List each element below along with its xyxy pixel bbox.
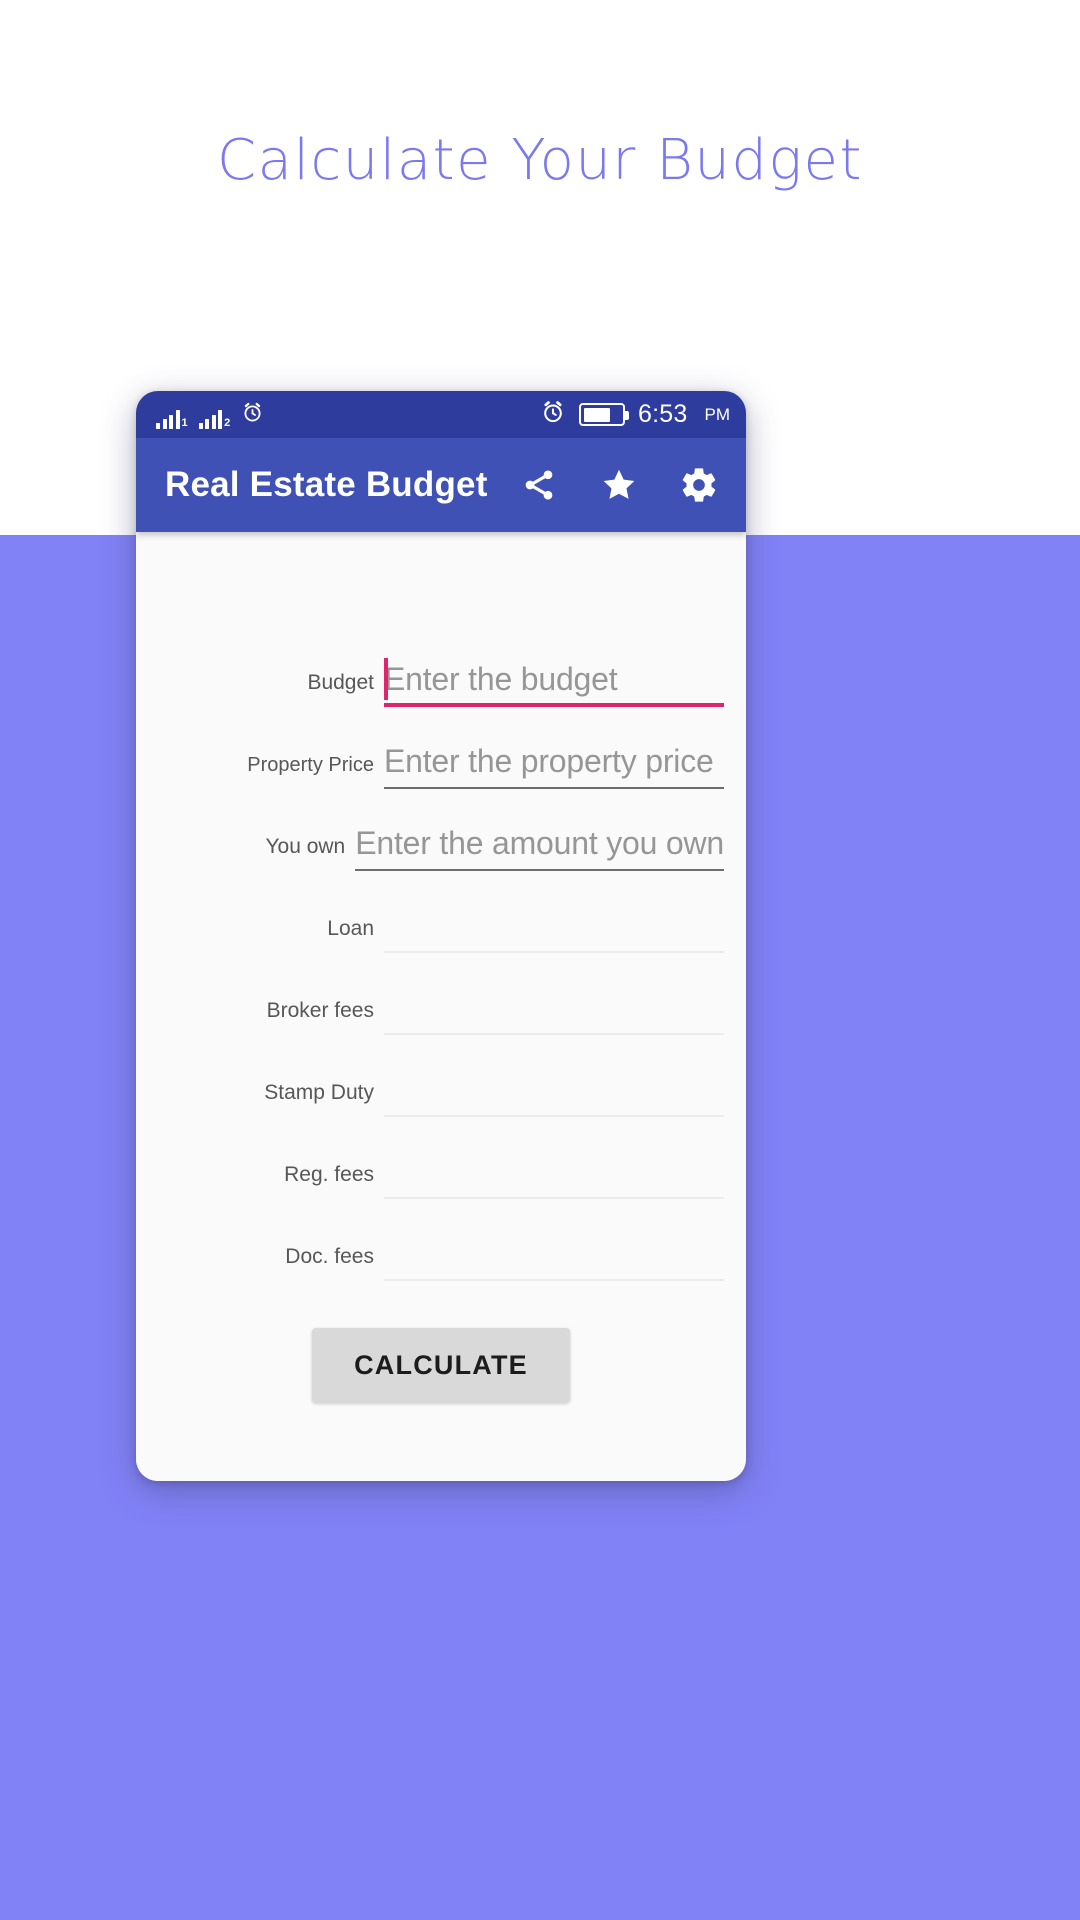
field-label-stamp-duty: Stamp Duty: [264, 1081, 374, 1104]
form-row-reg-fees: Reg. fees: [158, 1117, 724, 1199]
form-row-doc-fees: Doc. fees: [158, 1199, 724, 1281]
submit-row: CALCULATE: [158, 1328, 724, 1403]
alarm-set-icon: [540, 399, 566, 430]
promo-headline: Calculate Your Budget: [217, 128, 863, 193]
star-icon[interactable]: [592, 458, 646, 512]
signal-strength-sim1-icon: 1: [156, 409, 188, 429]
broker-fees-output: [384, 977, 724, 1035]
you-own-placeholder: Enter the amount you own: [355, 825, 724, 861]
field-label-loan: Loan: [327, 917, 374, 940]
budget-input[interactable]: Enter the budget: [384, 649, 724, 707]
stamp-duty-underline: [384, 1115, 724, 1117]
stamp-duty-output: [384, 1059, 724, 1117]
broker-fees-underline: [384, 1033, 724, 1035]
you-own-underline: [355, 869, 724, 871]
status-bar-left: 1 2: [156, 401, 264, 429]
property-price-input[interactable]: Enter the property price: [384, 731, 724, 789]
form-row-stamp-duty: Stamp Duty: [158, 1035, 724, 1117]
status-bar-clock: 6:53: [638, 400, 688, 428]
field-label-budget: Budget: [307, 671, 374, 694]
reg-fees-underline: [384, 1197, 724, 1199]
status-bar: 1 2 6:53 PM: [136, 391, 746, 438]
property-price-placeholder: Enter the property price: [384, 743, 714, 779]
reg-fees-output: [384, 1141, 724, 1199]
share-icon[interactable]: [512, 458, 566, 512]
form-row-broker-fees: Broker fees: [158, 953, 724, 1035]
battery-icon: [579, 403, 630, 426]
form-row-budget: Budget Enter the budget: [158, 625, 724, 707]
property-price-underline: [384, 787, 724, 789]
form-row-loan: Loan: [158, 871, 724, 953]
status-bar-meridiem: PM: [704, 404, 731, 424]
budget-placeholder: Enter the budget: [384, 661, 618, 697]
doc-fees-underline: [384, 1279, 724, 1281]
field-label-property-price: Property Price: [247, 754, 374, 776]
budget-form: Budget Enter the budget Property Price E…: [158, 532, 724, 1403]
sim2-index-label: 2: [224, 416, 231, 429]
field-label-broker-fees: Broker fees: [266, 999, 374, 1022]
field-label-you-own: You own: [265, 835, 346, 858]
signal-strength-sim2-icon: 2: [198, 409, 231, 429]
form-body: Budget Enter the budget Property Price E…: [136, 532, 746, 1481]
gear-icon[interactable]: [672, 458, 726, 512]
you-own-input[interactable]: Enter the amount you own: [355, 813, 724, 871]
app-title: Real Estate Budget: [165, 465, 488, 504]
text-caret: [384, 658, 388, 700]
status-bar-right: 6:53 PM: [540, 399, 730, 430]
promo-screenshot: Calculate Your Budget 1 2 6:53 PM Real E…: [0, 0, 1080, 1920]
field-label-reg-fees: Reg. fees: [284, 1163, 374, 1186]
calculate-button[interactable]: CALCULATE: [312, 1328, 570, 1403]
app-bar-actions: [512, 458, 726, 512]
form-row-you-own: You own Enter the amount you own: [158, 789, 724, 871]
app-bar: Real Estate Budget: [136, 438, 746, 532]
field-label-doc-fees: Doc. fees: [285, 1245, 374, 1268]
alarm-clock-icon: [241, 401, 264, 429]
loan-output: [384, 895, 724, 953]
loan-underline: [384, 951, 724, 953]
doc-fees-output: [384, 1223, 724, 1281]
sim1-index-label: 1: [181, 416, 188, 429]
phone-mockup: 1 2 6:53 PM Real Estate Budget Budget En…: [136, 391, 746, 1481]
form-row-property-price: Property Price Enter the property price: [158, 707, 724, 789]
budget-underline: [384, 703, 724, 707]
